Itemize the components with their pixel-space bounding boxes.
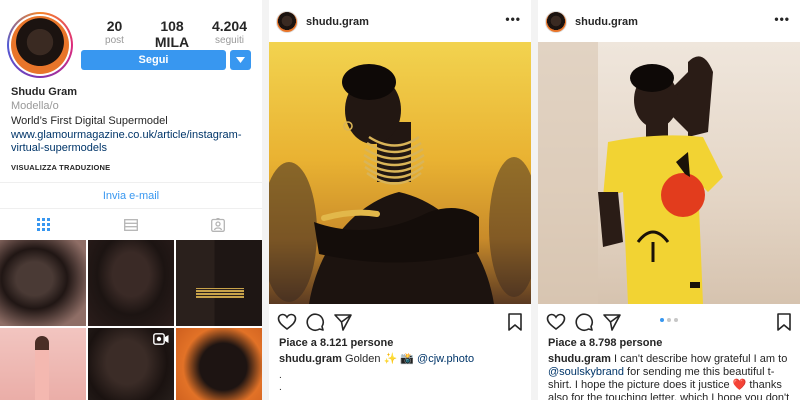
- grid-post-thumbnail[interactable]: [176, 240, 262, 326]
- likes-count[interactable]: Piace a 8.798 persone: [548, 337, 662, 349]
- carousel-dot-active: [660, 318, 664, 322]
- caret-down-icon: [236, 57, 245, 63]
- profile-avatar[interactable]: [7, 12, 73, 78]
- profile-panel: 20 post 108 MILA follower 4.204 seguiti …: [0, 0, 262, 400]
- carousel-indicator: [660, 318, 678, 322]
- email-button[interactable]: Invia e-mail: [0, 182, 262, 208]
- stat-following-label: seguiti: [215, 35, 244, 46]
- bookmark-icon[interactable]: [774, 312, 794, 332]
- heart-icon[interactable]: [546, 312, 566, 332]
- bookmark-icon[interactable]: [505, 312, 525, 332]
- tab-list[interactable]: [111, 210, 151, 240]
- profile-tabs: [0, 208, 262, 240]
- avatar[interactable]: [545, 11, 567, 33]
- profile-website-line1: www.glamourmagazine.co.uk/article/instag…: [11, 129, 242, 141]
- portrait-illustration: [538, 42, 723, 304]
- caption-extra-line: .: [279, 382, 282, 393]
- post-panel-golden: shudu.gram ••• Piace a 8.121 persone shu…: [269, 0, 531, 400]
- grid-post-thumbnail[interactable]: [88, 240, 174, 326]
- comment-icon[interactable]: [574, 312, 594, 332]
- tagged-icon: [211, 217, 226, 232]
- caption-mention[interactable]: @cjw.photo: [417, 353, 474, 365]
- grid-post-thumbnail[interactable]: [0, 328, 86, 400]
- grid-post-thumbnail[interactable]: [88, 328, 174, 400]
- stat-posts-value: 20: [106, 18, 123, 34]
- post-grid: [0, 240, 262, 400]
- heart-icon[interactable]: [277, 312, 297, 332]
- portrait-illustration: [269, 64, 531, 304]
- profile-category: Modella/o: [11, 100, 59, 112]
- profile-description: World’s First Digital Supermodel: [11, 115, 168, 127]
- stat-posts-label: post: [105, 35, 124, 46]
- profile-website-line2: virtual-supermodels: [11, 142, 107, 154]
- panel-divider: [262, 0, 269, 400]
- caption-username[interactable]: shudu.gram: [279, 353, 342, 365]
- share-icon[interactable]: [602, 312, 622, 332]
- caption-mention[interactable]: @soulskybrand: [548, 366, 624, 378]
- tab-grid[interactable]: [24, 210, 64, 240]
- list-icon: [124, 218, 138, 231]
- more-options-icon[interactable]: •••: [505, 12, 521, 26]
- post-header: shudu.gram: [538, 0, 800, 44]
- post-actions: [269, 304, 531, 336]
- caption-text: I can't describe how grateful I am to: [610, 353, 788, 365]
- caption-username[interactable]: shudu.gram: [548, 353, 611, 365]
- suggested-dropdown-button[interactable]: [230, 50, 251, 70]
- more-options-icon[interactable]: •••: [774, 12, 790, 26]
- profile-bio: Shudu Gram Modella/o World’s First Digit…: [11, 86, 256, 172]
- stat-following-value: 4.204: [211, 18, 248, 34]
- panel-divider: [531, 0, 538, 400]
- post-caption: shudu.gram Golden ✨ 📸 @cjw.photo: [279, 353, 524, 366]
- share-icon[interactable]: [333, 312, 353, 332]
- avatar[interactable]: [276, 11, 298, 33]
- comment-icon[interactable]: [305, 312, 325, 332]
- caption-extra-line: .: [279, 370, 282, 381]
- likes-count[interactable]: Piace a 8.121 persone: [279, 337, 393, 349]
- stat-followers-value: 108 MILA: [154, 18, 190, 50]
- tab-tagged[interactable]: [198, 210, 238, 240]
- igtv-icon: [153, 333, 169, 345]
- profile-website-link[interactable]: www.glamourmagazine.co.uk/article/instag…: [11, 129, 256, 155]
- post-photo[interactable]: [538, 42, 800, 304]
- follow-button[interactable]: Segui: [81, 50, 226, 70]
- post-caption: shudu.gram I can't describe how grateful…: [548, 353, 793, 400]
- post-photo[interactable]: [269, 42, 531, 304]
- grid-post-thumbnail[interactable]: [0, 240, 86, 326]
- profile-name: Shudu Gram: [11, 86, 78, 98]
- caption-text: Golden ✨ 📸: [341, 353, 418, 365]
- post-username[interactable]: shudu.gram: [306, 16, 369, 28]
- grid-post-thumbnail[interactable]: [176, 328, 262, 400]
- carousel-dot: [667, 318, 671, 322]
- grid-icon: [37, 218, 51, 231]
- post-panel-tshirt: shudu.gram ••• Piace a 8.798 persone shu…: [538, 0, 800, 400]
- post-header: shudu.gram: [269, 0, 531, 44]
- see-translation-link[interactable]: VISUALIZZA TRADUZIONE: [11, 163, 256, 172]
- carousel-dot: [674, 318, 678, 322]
- post-username[interactable]: shudu.gram: [575, 16, 638, 28]
